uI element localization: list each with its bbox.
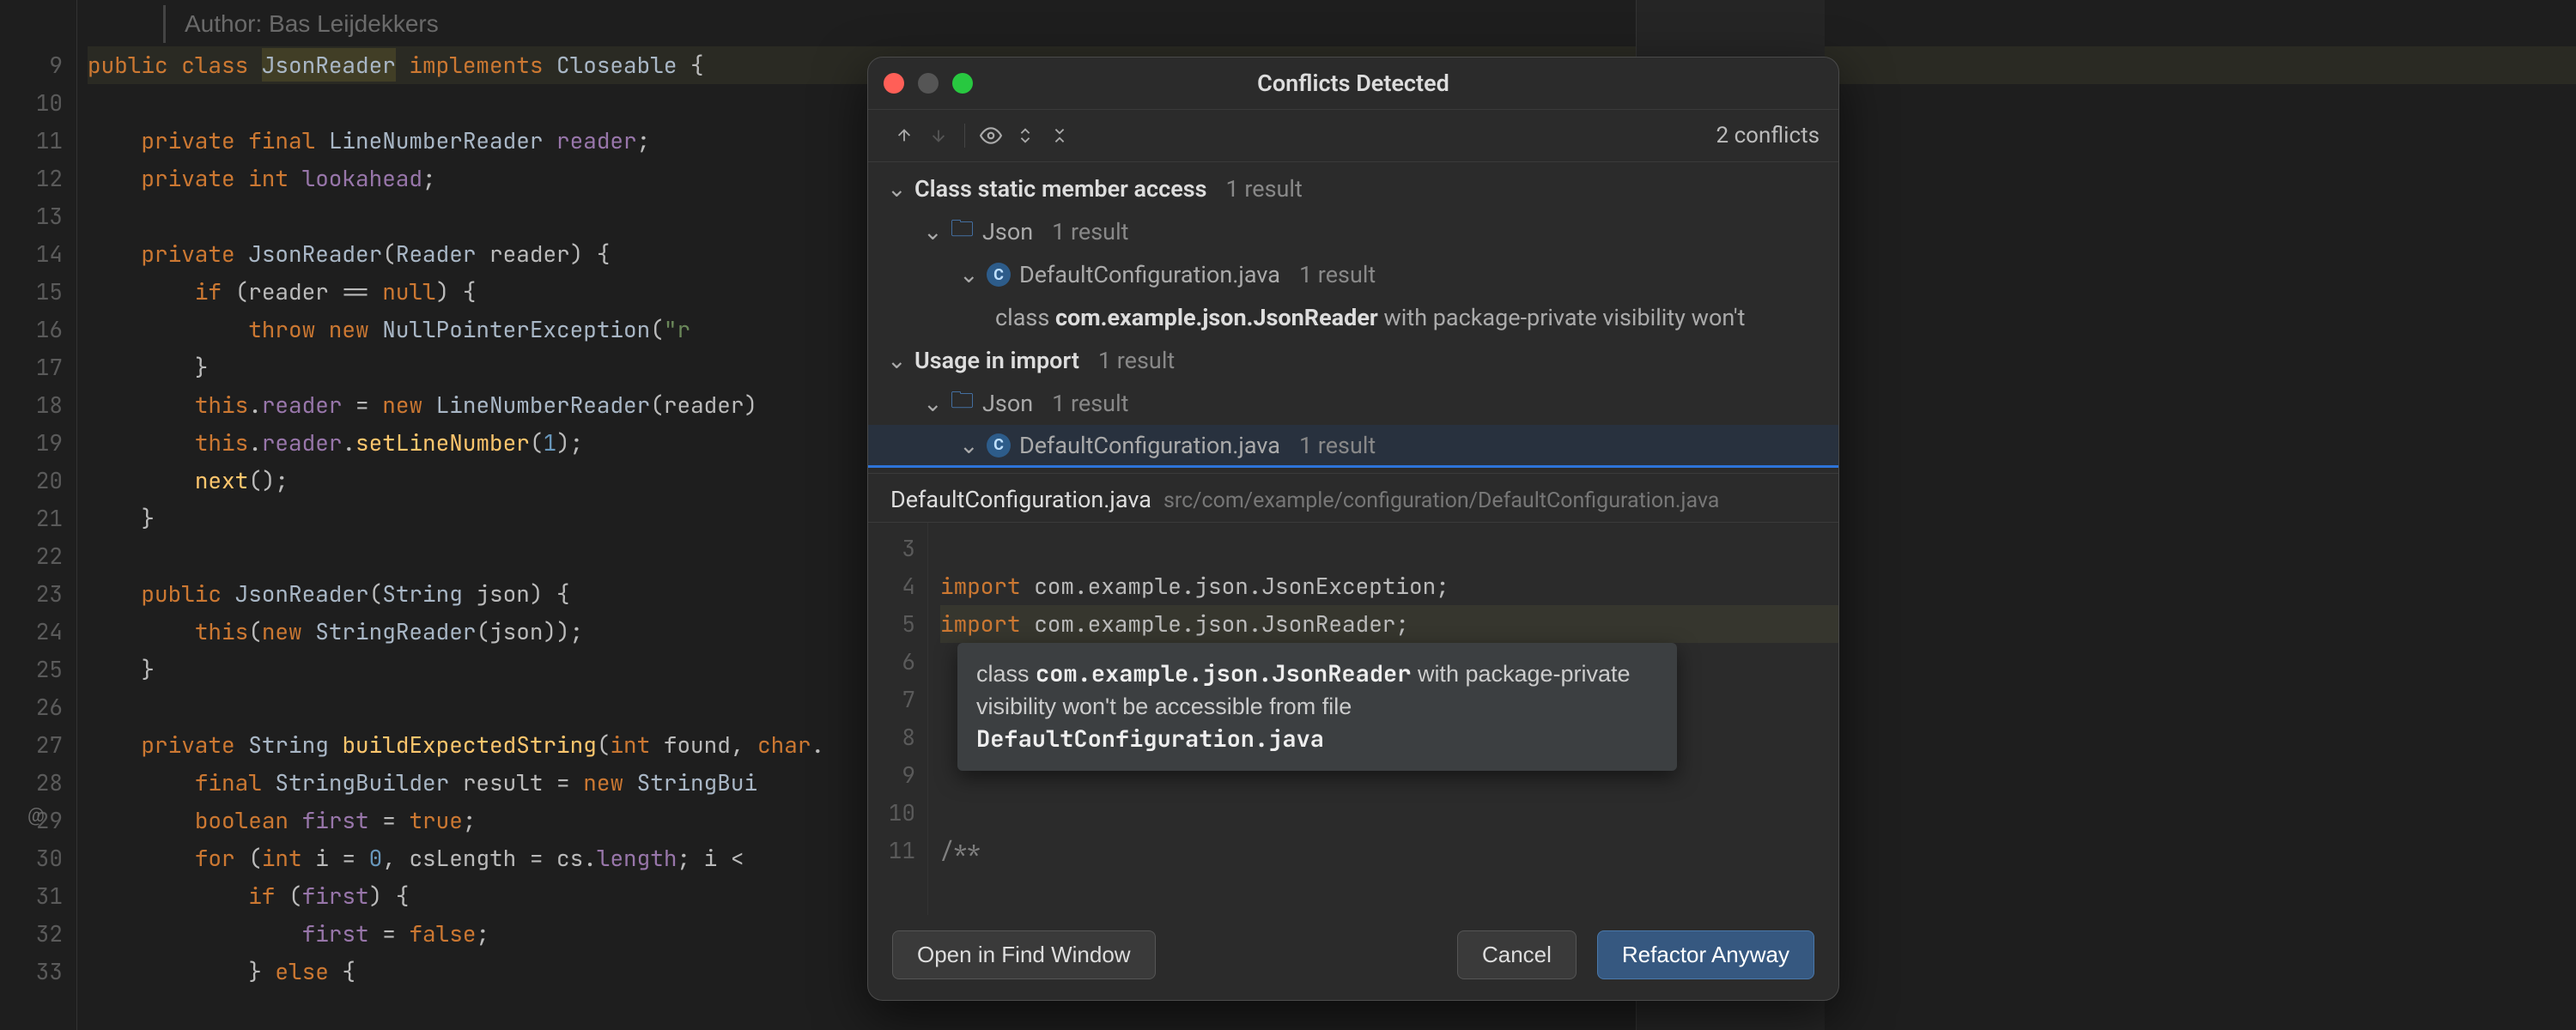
preview-line: import com.example.json.JsonReader;: [940, 605, 1838, 643]
tree-file-selected[interactable]: ⌄ C DefaultConfiguration.java 1 result: [868, 425, 1838, 468]
tree-group[interactable]: ⌄ Class static member access 1 result: [868, 167, 1838, 210]
next-occurrence-icon[interactable]: [921, 118, 956, 153]
chevron-down-icon[interactable]: ⌄: [959, 261, 978, 288]
chevron-down-icon[interactable]: ⌄: [923, 390, 942, 417]
preview-code[interactable]: 3 4 5 6 7 8 9 10 11 import com.example.j…: [868, 523, 1838, 915]
refactor-anyway-button[interactable]: Refactor Anyway: [1597, 930, 1814, 979]
folder-icon: 🗀: [951, 212, 974, 251]
window-maximize-icon[interactable]: [952, 73, 973, 94]
preview-header: DefaultConfiguration.java src/com/exampl…: [868, 474, 1838, 523]
tree-file[interactable]: ⌄ C DefaultConfiguration.java 1 result: [868, 253, 1838, 296]
preview-icon[interactable]: [974, 118, 1008, 153]
author-annotation: Author: Bas Leijdekkers: [163, 5, 439, 43]
tree-group[interactable]: ⌄ Usage in import 1 result: [868, 339, 1838, 382]
conflict-count: 2 conflicts: [1716, 123, 1820, 148]
tree-usage[interactable]: class com.example.json.JsonReader with p…: [868, 296, 1838, 339]
chevron-down-icon[interactable]: ⌄: [959, 432, 978, 459]
tree-package[interactable]: ⌄ 🗀 Json 1 result: [868, 210, 1838, 253]
conflicts-dialog: Conflicts Detected 2 conflicts ⌄ Class s…: [867, 57, 1839, 1001]
tree-package[interactable]: ⌄ 🗀 Json 1 result: [868, 382, 1838, 425]
chevron-down-icon[interactable]: ⌄: [887, 175, 906, 203]
gutter-marker-icon: @: [27, 805, 45, 827]
chevron-down-icon[interactable]: ⌄: [923, 218, 942, 245]
dialog-toolbar: 2 conflicts: [868, 110, 1838, 162]
dialog-button-bar: Open in Find Window Cancel Refactor Anyw…: [868, 915, 1838, 1000]
window-minimize-icon: [918, 73, 939, 94]
preview-line: import com.example.json.JsonException;: [940, 567, 1838, 605]
expand-all-icon[interactable]: [1008, 118, 1042, 153]
open-in-find-button[interactable]: Open in Find Window: [892, 930, 1156, 979]
preview-gutter: 3 4 5 6 7 8 9 10 11: [868, 523, 928, 915]
window-close-icon[interactable]: [884, 73, 904, 94]
prev-occurrence-icon[interactable]: [887, 118, 921, 153]
class-icon: C: [987, 433, 1011, 457]
collapse-all-icon[interactable]: [1042, 118, 1077, 153]
dialog-title: Conflicts Detected: [868, 58, 1838, 110]
preview-line: [940, 530, 1838, 567]
preview-line: [940, 794, 1838, 832]
preview-line: /**: [940, 832, 1838, 869]
folder-icon: 🗀: [951, 384, 974, 423]
conflict-tooltip: class com.example.json.JsonReader with p…: [957, 643, 1677, 771]
editor-gutter: 9 10 11 12 13 14 15 16 17 18 19 20 21 22…: [0, 0, 77, 1030]
results-tree[interactable]: ⌄ Class static member access 1 result ⌄ …: [868, 162, 1838, 473]
chevron-down-icon[interactable]: ⌄: [887, 347, 906, 374]
code-line: [88, 9, 2576, 46]
class-icon: C: [987, 263, 1011, 287]
cancel-button[interactable]: Cancel: [1457, 930, 1577, 979]
